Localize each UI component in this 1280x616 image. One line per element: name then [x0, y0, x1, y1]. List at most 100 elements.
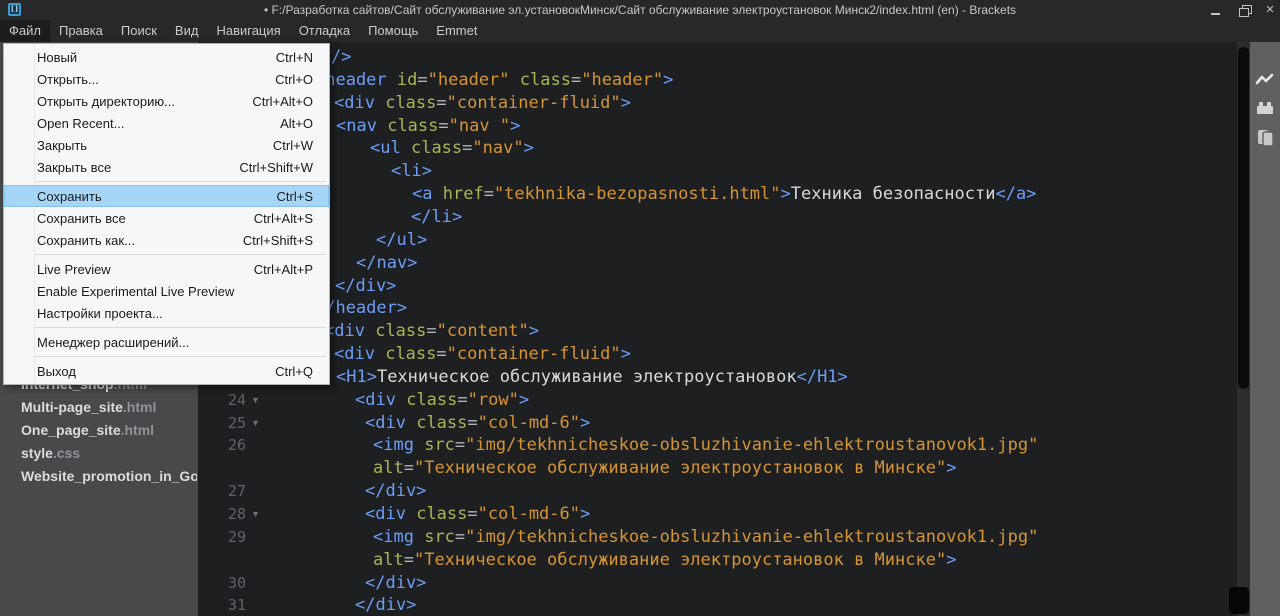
- menu-item-shortcut: Ctrl+Alt+S: [253, 210, 313, 226]
- scrollbar-thumb[interactable]: [1238, 47, 1249, 389]
- live-preview-icon[interactable]: [1255, 70, 1275, 90]
- menubar-item-0[interactable]: Файл: [0, 20, 50, 42]
- menubar-item-6[interactable]: Помощь: [359, 20, 427, 42]
- sidebar-file-item[interactable]: Multi-page_site.html: [21, 399, 156, 416]
- code-line[interactable]: <div class="col-md-6">: [365, 412, 590, 435]
- file-name: One_page_site: [21, 422, 121, 438]
- menu-item-label: Открыть директорию...: [37, 93, 175, 109]
- file-menu-item[interactable]: Открыть директорию... Ctrl+Alt+O: [4, 90, 329, 112]
- file-menu-item[interactable]: Enable Experimental Live Preview: [4, 280, 329, 302]
- file-menu-item[interactable]: Сохранить как... Ctrl+Shift+S: [4, 229, 329, 251]
- code-line[interactable]: <div class="row">: [355, 389, 529, 412]
- file-menu-item[interactable]: Закрыть все Ctrl+Shift+W: [4, 156, 329, 178]
- file-menu-item[interactable]: Настройки проекта...: [4, 302, 329, 324]
- file-name: style: [21, 445, 53, 461]
- close-button[interactable]: ×: [1260, 2, 1280, 18]
- file-menu-item[interactable]: Сохранить все Ctrl+Alt+S: [4, 207, 329, 229]
- code-line[interactable]: alt="Техническое обслуживание электроуст…: [373, 457, 956, 480]
- menu-item-shortcut: Ctrl+W: [272, 137, 313, 153]
- menu-separator: [35, 327, 326, 328]
- file-extension: .css: [52, 445, 81, 461]
- menu-bar: Файл Правка Поиск Вид Навигация Отладка Помощь…: [0, 20, 1280, 42]
- code-line[interactable]: </div>: [365, 572, 426, 595]
- line-number: 31: [227, 596, 246, 615]
- code-line[interactable]: alt="Техническое обслуживание электроуст…: [373, 549, 956, 572]
- code-line[interactable]: <ul class="nav">: [370, 137, 534, 160]
- file-extension: .html: [120, 422, 155, 438]
- editor-scrollbar[interactable]: [1229, 42, 1250, 616]
- menu-item-label: Закрыть все: [37, 159, 112, 175]
- code-line[interactable]: <H1>Техническое обслуживание электроуста…: [336, 366, 848, 389]
- menubar-item-1[interactable]: Правка: [50, 20, 112, 42]
- code-line[interactable]: <a href="tekhnika-bezopasnosti.html">Тех…: [412, 183, 1036, 206]
- sidebar-file-item[interactable]: One_page_site.html: [21, 422, 154, 439]
- brackets-app-icon[interactable]: []: [8, 3, 21, 16]
- menubar-item-4[interactable]: Навигация: [207, 20, 289, 42]
- menubar-item-7[interactable]: Emmet: [427, 20, 486, 42]
- code-line[interactable]: <div class="col-md-6">: [365, 503, 590, 526]
- code-line[interactable]: <img src="img/tekhnicheskoe-obsluzhivani…: [373, 526, 1038, 549]
- menu-item-shortcut: Alt+O: [280, 115, 313, 131]
- file-menu-item[interactable]: Новый Ctrl+N: [4, 46, 329, 68]
- extension-manager-icon[interactable]: [1255, 98, 1275, 118]
- file-menu-item[interactable]: Открыть... Ctrl+O: [4, 68, 329, 90]
- file-name: Website_promotion_in_Google: [21, 468, 197, 484]
- menu-item-label: Сохранить все: [37, 210, 126, 226]
- minimize-button[interactable]: [1204, 2, 1226, 18]
- code-line[interactable]: <li>: [391, 160, 432, 183]
- code-line[interactable]: <header id="header" class="header">: [315, 69, 673, 92]
- menu-separator: [35, 254, 326, 255]
- pages-icon[interactable]: [1255, 128, 1275, 148]
- menu-item-shortcut: Ctrl+Shift+S: [242, 232, 313, 248]
- file-menu-item[interactable]: Менеджер расширений...: [4, 331, 329, 353]
- file-extension: .html: [122, 399, 157, 415]
- menu-item-label: Сохранить как...: [37, 232, 135, 248]
- code-line[interactable]: </div>: [355, 594, 416, 616]
- file-menu-item[interactable]: Live Preview Ctrl+Alt+P: [4, 258, 329, 280]
- code-line[interactable]: </ul>: [376, 229, 427, 252]
- restore-button[interactable]: [1236, 2, 1256, 18]
- code-line[interactable]: </li>: [411, 206, 462, 229]
- menubar-item-5[interactable]: Отладка: [290, 20, 359, 42]
- menu-item-shortcut: Ctrl+N: [275, 49, 313, 65]
- file-menu-dropdown: Новый Ctrl+N Открыть... Ctrl+O Открыть дирек…: [3, 43, 330, 385]
- menu-separator: [35, 181, 326, 182]
- code-line[interactable]: <div class="content">: [324, 320, 539, 343]
- menu-item-shortcut: Ctrl+O: [275, 71, 313, 87]
- window-title: • F:/Разработка сайтов/Сайт обслуживание…: [263, 3, 1017, 17]
- menu-item-label: Закрыть: [37, 137, 88, 153]
- sidebar-file-item[interactable]: Website_promotion_in_Google.html: [21, 468, 197, 485]
- code-line[interactable]: </nav>: [356, 252, 417, 275]
- menu-item-label: Выход: [37, 363, 76, 379]
- file-menu-item[interactable]: Закрыть Ctrl+W: [4, 134, 329, 156]
- code-fold-arrow-icon[interactable]: ▼: [251, 412, 265, 435]
- code-line[interactable]: <img src="img/tekhnicheskoe-obsluzhivani…: [373, 434, 1038, 457]
- code-line[interactable]: <div class="container-fluid">: [334, 343, 631, 366]
- file-menu-item[interactable]: Выход Ctrl+Q: [4, 360, 329, 382]
- menu-item-label: Открыть...: [37, 71, 99, 87]
- menu-item-shortcut: Ctrl+Alt+P: [253, 261, 313, 277]
- code-fold-arrow-icon[interactable]: ▼: [251, 503, 265, 526]
- menubar-item-3[interactable]: Вид: [166, 20, 208, 42]
- horizontal-scrollbar-thumb[interactable]: [1229, 587, 1249, 614]
- code-line[interactable]: <nav class="nav ">: [336, 115, 520, 138]
- menu-item-shortcut: Ctrl+Shift+W: [239, 159, 313, 175]
- code-line[interactable]: />: [331, 46, 351, 69]
- code-line[interactable]: </div>: [365, 480, 426, 503]
- menu-item-shortcut: Ctrl+Q: [275, 363, 313, 379]
- menu-item-label: Enable Experimental Live Preview: [37, 283, 235, 299]
- file-name: Multi-page_site: [21, 399, 123, 415]
- line-number: 24: [227, 390, 246, 409]
- code-line[interactable]: </div>: [335, 275, 396, 298]
- code-fold-arrow-icon[interactable]: ▼: [251, 389, 265, 412]
- sidebar-file-item[interactable]: style.css: [21, 445, 80, 462]
- line-number: 26: [227, 436, 246, 455]
- code-editor[interactable]: /> <header id="header" class="header"> <di…: [198, 42, 1237, 616]
- file-menu-item[interactable]: Сохранить Ctrl+S: [4, 185, 329, 207]
- line-number: 29: [227, 527, 246, 546]
- title-bar: [] • F:/Разработка сайтов/Сайт обслужива…: [0, 0, 1280, 20]
- code-line[interactable]: <div class="container-fluid">: [334, 92, 631, 115]
- menu-item-shortcut: Ctrl+Alt+O: [252, 93, 313, 109]
- menubar-item-2[interactable]: Поиск: [112, 20, 166, 42]
- file-menu-item[interactable]: Open Recent... Alt+O: [4, 112, 329, 134]
